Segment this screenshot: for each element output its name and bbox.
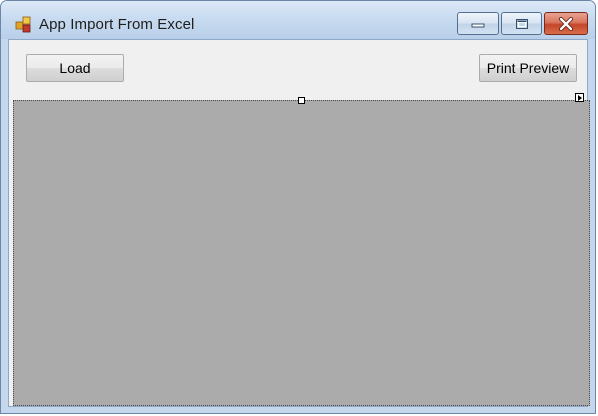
data-grid-view[interactable]: [13, 100, 590, 406]
app-window: App Import From Excel Load Print Preview: [0, 0, 596, 414]
title-bar[interactable]: App Import From Excel: [1, 1, 595, 39]
minimize-button[interactable]: [457, 12, 499, 35]
window-title: App Import From Excel: [39, 16, 195, 33]
resize-handle[interactable]: [298, 97, 305, 104]
minimize-icon: [471, 23, 485, 27]
maximize-icon: [515, 18, 528, 29]
close-icon: [559, 16, 573, 31]
smart-tag-icon[interactable]: [575, 93, 584, 102]
close-button[interactable]: [544, 12, 588, 35]
maximize-button[interactable]: [501, 12, 542, 35]
print-preview-button[interactable]: Print Preview: [479, 54, 577, 82]
client-area: Load Print Preview: [8, 39, 590, 407]
load-button[interactable]: Load: [26, 54, 124, 82]
app-icon: [15, 16, 31, 33]
